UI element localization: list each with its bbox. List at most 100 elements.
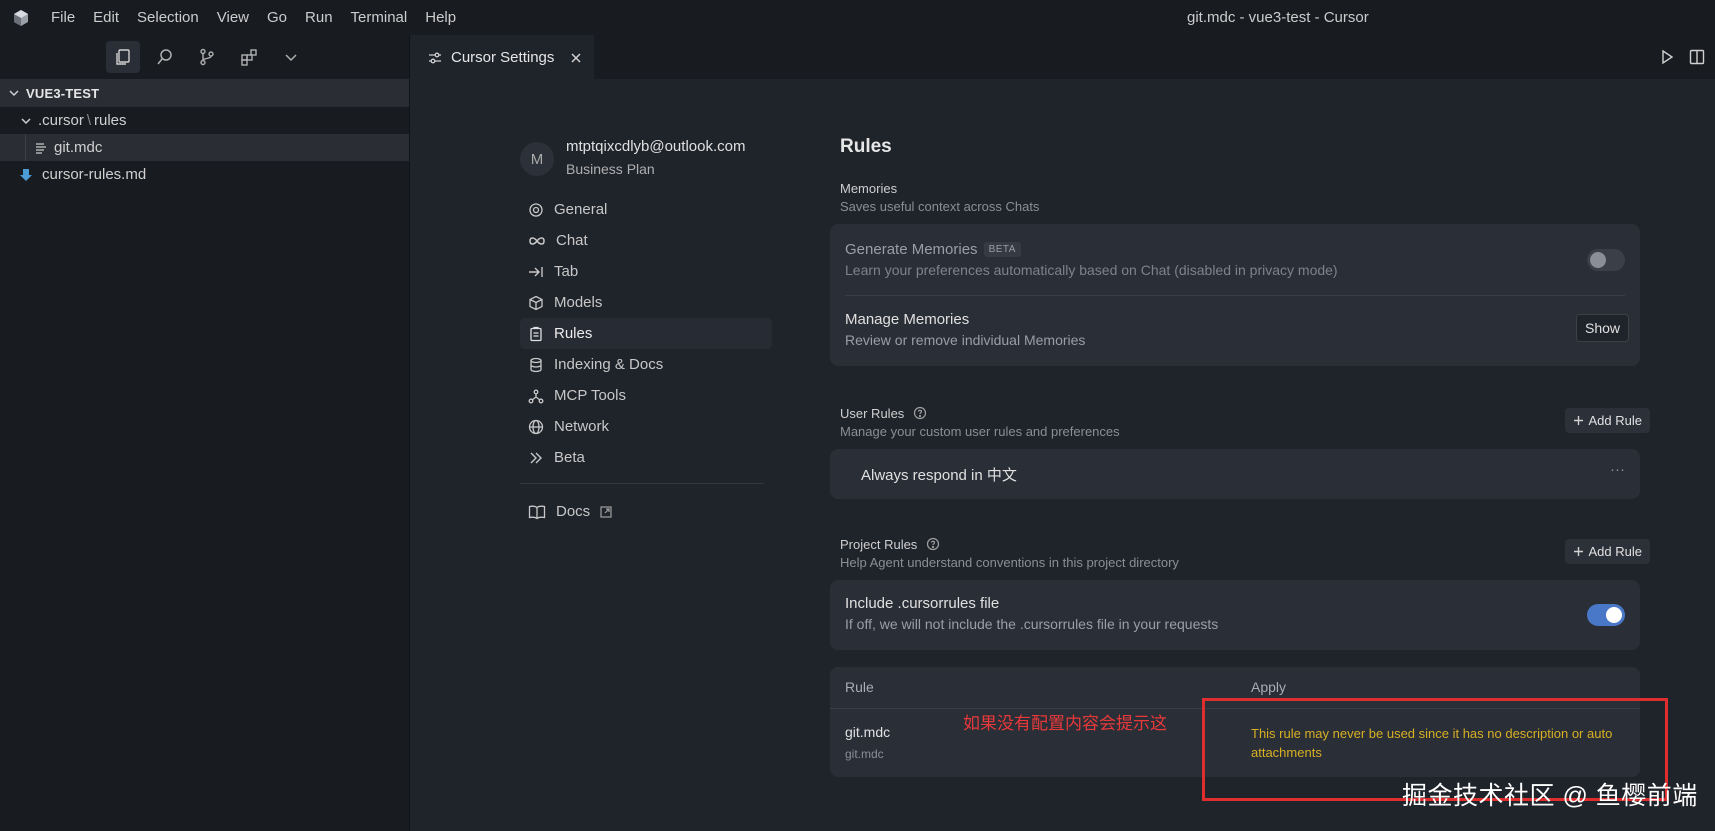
more-options-icon[interactable]: ··· — [1610, 461, 1625, 478]
menu-bar: File Edit Selection View Go Run Terminal… — [42, 0, 465, 35]
nav-item-mcp-tools[interactable]: MCP Tools — [520, 380, 772, 411]
markdown-arrow-icon — [20, 168, 32, 181]
help-circle-icon[interactable] — [926, 537, 940, 551]
menu-file[interactable]: File — [42, 0, 84, 35]
nav-label: General — [554, 201, 608, 218]
clipboard-icon — [530, 326, 542, 341]
nav-label: Indexing & Docs — [554, 356, 664, 373]
nav-item-rules[interactable]: Rules — [520, 318, 772, 349]
generate-memories-toggle[interactable] — [1587, 249, 1625, 271]
generate-memories-subtitle: Learn your preferences automatically bas… — [845, 262, 1338, 278]
book-icon — [528, 505, 546, 519]
generate-memories-label: Generate Memories — [845, 241, 978, 258]
nav-item-general[interactable]: General — [520, 194, 772, 225]
nav-divider — [520, 483, 764, 484]
include-cursorrules-title: Include .cursorrules file — [845, 595, 1000, 612]
search-icon[interactable] — [148, 41, 182, 73]
sidebar: VUE3-TEST .cursor \ rules git.mdc cursor… — [0, 35, 410, 831]
annotation-text: 如果没有配置内容会提示这 — [963, 714, 1167, 733]
infinity-icon — [529, 236, 545, 245]
file-label: git.mdc — [54, 139, 103, 156]
manage-memories-subtitle: Review or remove individual Memories — [845, 332, 1086, 348]
account-plan: Business Plan — [566, 161, 655, 177]
tree-folder-cursor-rules[interactable]: .cursor \ rules — [0, 107, 409, 134]
extensions-icon[interactable] — [232, 41, 266, 73]
menu-edit[interactable]: Edit — [84, 0, 128, 35]
file-label: cursor-rules.md — [42, 166, 147, 183]
nav-item-docs[interactable]: Docs — [520, 496, 772, 527]
nav-item-models[interactable]: Models — [520, 287, 772, 318]
rule-path: git.mdc — [845, 747, 884, 761]
beta-badge: BETA — [983, 242, 1021, 257]
toggle-knob — [1606, 607, 1622, 623]
user-rule-text: Always respond in 中文 — [861, 467, 1017, 484]
section-title: User Rules — [840, 406, 1650, 421]
split-editor-icon[interactable] — [1689, 49, 1705, 65]
source-control-icon[interactable] — [190, 41, 224, 73]
tree-file-cursor-rules-md[interactable]: cursor-rules.md — [0, 161, 409, 188]
generate-memories-title: Generate Memories BETA — [845, 241, 1338, 258]
chevron-down-icon[interactable] — [274, 41, 308, 73]
double-chevron-right-icon — [530, 452, 542, 463]
nav-label: Docs — [556, 503, 591, 520]
settings-nav: M mtptqixcdlyb@outlook.com Business Plan… — [520, 136, 772, 527]
section-subtitle: Manage your custom user rules and prefer… — [840, 424, 1120, 439]
tree-file-git-mdc[interactable]: git.mdc — [0, 134, 409, 161]
nav-item-network[interactable]: Network — [520, 411, 772, 442]
nav-item-indexing-docs[interactable]: Indexing & Docs — [520, 349, 772, 380]
section-subtitle: Help Agent understand conventions in thi… — [840, 555, 1179, 570]
watermark: 掘金技术社区 @ 鱼樱前端 — [1402, 782, 1698, 810]
explorer-root-label: VUE3-TEST — [26, 85, 100, 101]
nav-label: Models — [554, 294, 603, 311]
include-cursorrules-toggle[interactable] — [1587, 604, 1625, 626]
avatar: M — [520, 142, 554, 176]
page-title: Rules — [840, 136, 892, 157]
explorer-root-header[interactable]: VUE3-TEST — [0, 79, 409, 107]
user-rule-card[interactable]: Always respond in 中文 ··· — [830, 449, 1640, 499]
memories-section-header: Memories Saves useful context across Cha… — [840, 181, 1650, 214]
menu-help[interactable]: Help — [416, 0, 465, 35]
plus-icon — [1573, 416, 1583, 425]
nav-label: Network — [554, 418, 610, 435]
section-title: Memories — [840, 181, 898, 196]
add-rule-label: Add Rule — [1588, 544, 1642, 559]
menu-terminal[interactable]: Terminal — [342, 0, 417, 35]
explorer-icon[interactable] — [106, 41, 140, 73]
nav-item-beta[interactable]: Beta — [520, 442, 772, 473]
include-cursorrules-row: Include .cursorrules file If off, we wil… — [845, 595, 1218, 632]
nav-item-chat[interactable]: Chat — [520, 225, 772, 256]
chevron-down-icon — [9, 90, 19, 97]
show-memories-button[interactable]: Show — [1576, 314, 1630, 342]
file-lines-icon — [36, 142, 46, 154]
tab-label: Cursor Settings — [451, 49, 555, 66]
menu-go[interactable]: Go — [258, 0, 296, 35]
tab-cursor-settings[interactable]: Cursor Settings — [411, 35, 594, 79]
include-cursorrules-subtitle: If off, we will not include the .cursorr… — [845, 616, 1219, 632]
help-circle-icon[interactable] — [913, 406, 927, 420]
network-nodes-icon — [528, 389, 544, 403]
menu-selection[interactable]: Selection — [128, 0, 208, 35]
nav-label: Chat — [556, 232, 588, 249]
menu-view[interactable]: View — [208, 0, 258, 35]
add-user-rule-button[interactable]: Add Rule — [1564, 408, 1650, 433]
section-title: Project Rules — [840, 537, 1650, 552]
run-icon[interactable] — [1659, 49, 1675, 65]
add-project-rule-button[interactable]: Add Rule — [1564, 539, 1650, 564]
window-title: git.mdc - vue3-test - Cursor — [1187, 9, 1369, 26]
memories-card: Generate Memories BETA Learn your prefere… — [830, 224, 1640, 366]
account-info: M mtptqixcdlyb@outlook.com Business Plan — [520, 136, 772, 180]
nav-label: Rules — [554, 325, 593, 342]
nav-item-tab[interactable]: Tab — [520, 256, 772, 287]
editor-actions — [1659, 35, 1705, 79]
account-email: mtptqixcdlyb@outlook.com — [566, 138, 746, 155]
scrollbar[interactable] — [1705, 79, 1715, 831]
close-icon[interactable] — [570, 52, 582, 64]
plus-icon — [1573, 547, 1583, 556]
menu-run[interactable]: Run — [296, 0, 342, 35]
tab-arrow-icon — [529, 266, 543, 277]
nav-label: Beta — [554, 449, 585, 466]
manage-memories-title: Manage Memories — [845, 311, 970, 328]
tab-bar: Cursor Settings — [411, 35, 1715, 79]
folder-label: rules — [94, 112, 127, 129]
chevron-down-icon — [21, 117, 31, 124]
